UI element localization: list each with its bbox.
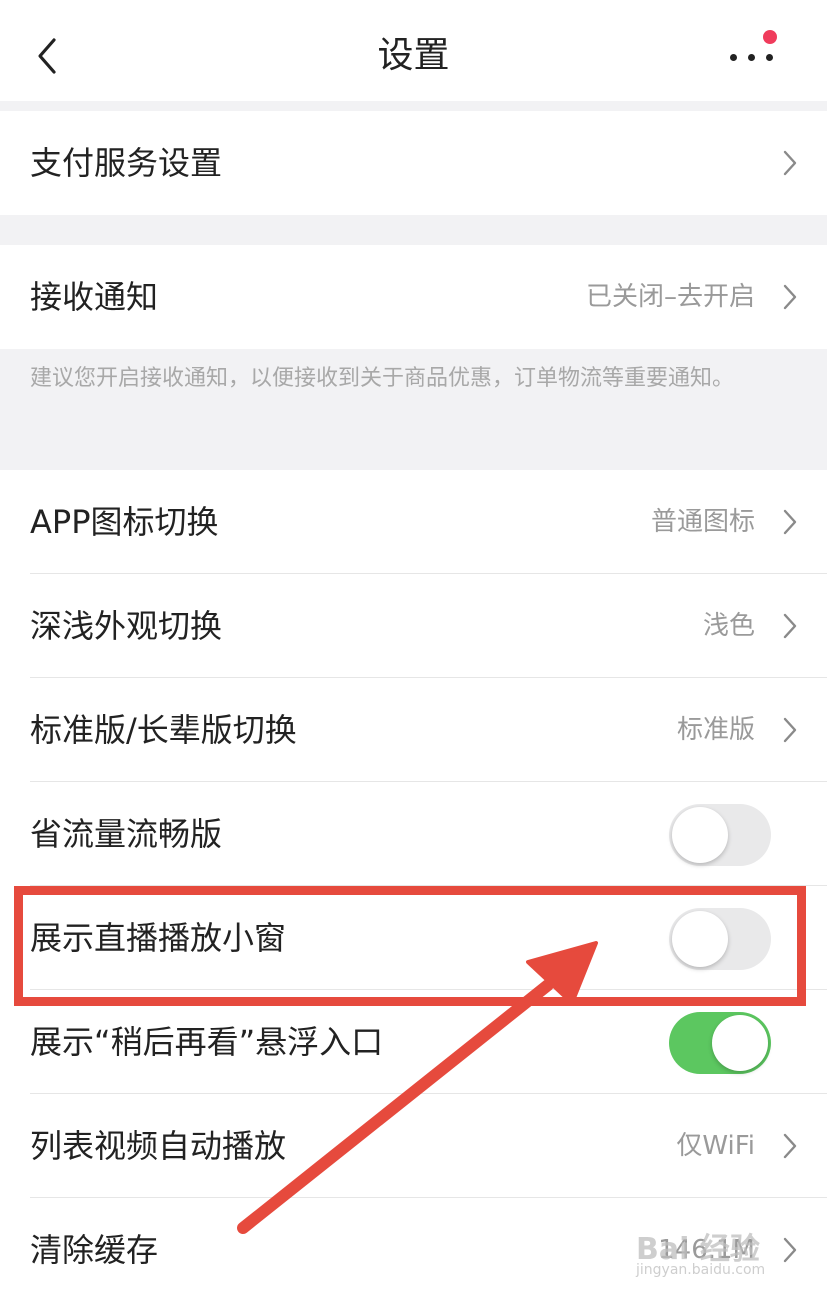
toggle-knob — [672, 807, 728, 863]
video-autoplay-row[interactable]: 列表视频自动播放 仅WiFi — [0, 1094, 827, 1198]
data-saver-toggle[interactable] — [669, 804, 771, 866]
row-value: 普通图标 — [650, 507, 755, 537]
notification-row[interactable]: 接收通知 已关闭–去开启 — [0, 245, 827, 349]
payment-settings-row[interactable]: 支付服务设置 — [0, 111, 827, 215]
row-label: 接收通知 — [30, 278, 159, 316]
chevron-right-icon — [783, 509, 797, 535]
row-label: 清除缓存 — [30, 1231, 159, 1269]
chevron-right-icon — [783, 613, 797, 639]
navigation-bar: 设置 — [0, 0, 827, 101]
chevron-right-icon — [783, 150, 797, 176]
notification-hint-text: 建议您开启接收通知，以便接收到关于商品优惠，订单物流等重要通知。 — [30, 366, 735, 391]
watch-later-float-toggle[interactable] — [669, 1012, 771, 1074]
row-label: 展示“稍后再看”悬浮入口 — [30, 1023, 384, 1061]
more-options-button[interactable] — [722, 30, 782, 74]
notification-status: 已关闭–去开启 — [585, 282, 755, 312]
row-label: 列表视频自动播放 — [30, 1127, 287, 1165]
toggle-knob — [672, 911, 728, 967]
section-gap — [0, 215, 827, 245]
chevron-right-icon — [783, 1237, 797, 1263]
live-mini-window-toggle[interactable] — [669, 908, 771, 970]
chevron-right-icon — [783, 717, 797, 743]
row-label: 支付服务设置 — [30, 144, 223, 182]
clear-cache-row[interactable]: 清除缓存 146.1M — [0, 1198, 827, 1300]
edition-switch-row[interactable]: 标准版/长辈版切换 标准版 — [0, 678, 827, 782]
chevron-right-icon — [783, 284, 797, 310]
section-gap — [0, 101, 827, 111]
row-value: 仅WiFi — [676, 1131, 755, 1161]
row-label: APP图标切换 — [30, 503, 219, 541]
appearance-switch-row[interactable]: 深浅外观切换 浅色 — [0, 574, 827, 678]
row-label: 深浅外观切换 — [30, 607, 223, 645]
row-label: 展示直播播放小窗 — [30, 919, 287, 957]
chevron-right-icon — [783, 1133, 797, 1159]
data-saver-row: 省流量流畅版 — [0, 782, 827, 886]
notification-dot-badge — [763, 30, 777, 44]
page-title: 设置 — [377, 35, 450, 76]
row-label: 省流量流畅版 — [30, 815, 223, 853]
row-value: 浅色 — [702, 611, 755, 641]
app-icon-switch-row[interactable]: APP图标切换 普通图标 — [0, 470, 827, 574]
live-mini-window-row: 展示直播播放小窗 — [0, 886, 827, 990]
row-label: 标准版/长辈版切换 — [30, 711, 297, 749]
row-value: 标准版 — [676, 715, 755, 745]
toggle-knob — [712, 1015, 768, 1071]
cache-size-value: 146.1M — [658, 1235, 755, 1265]
watch-later-float-row: 展示“稍后再看”悬浮入口 — [0, 990, 827, 1094]
